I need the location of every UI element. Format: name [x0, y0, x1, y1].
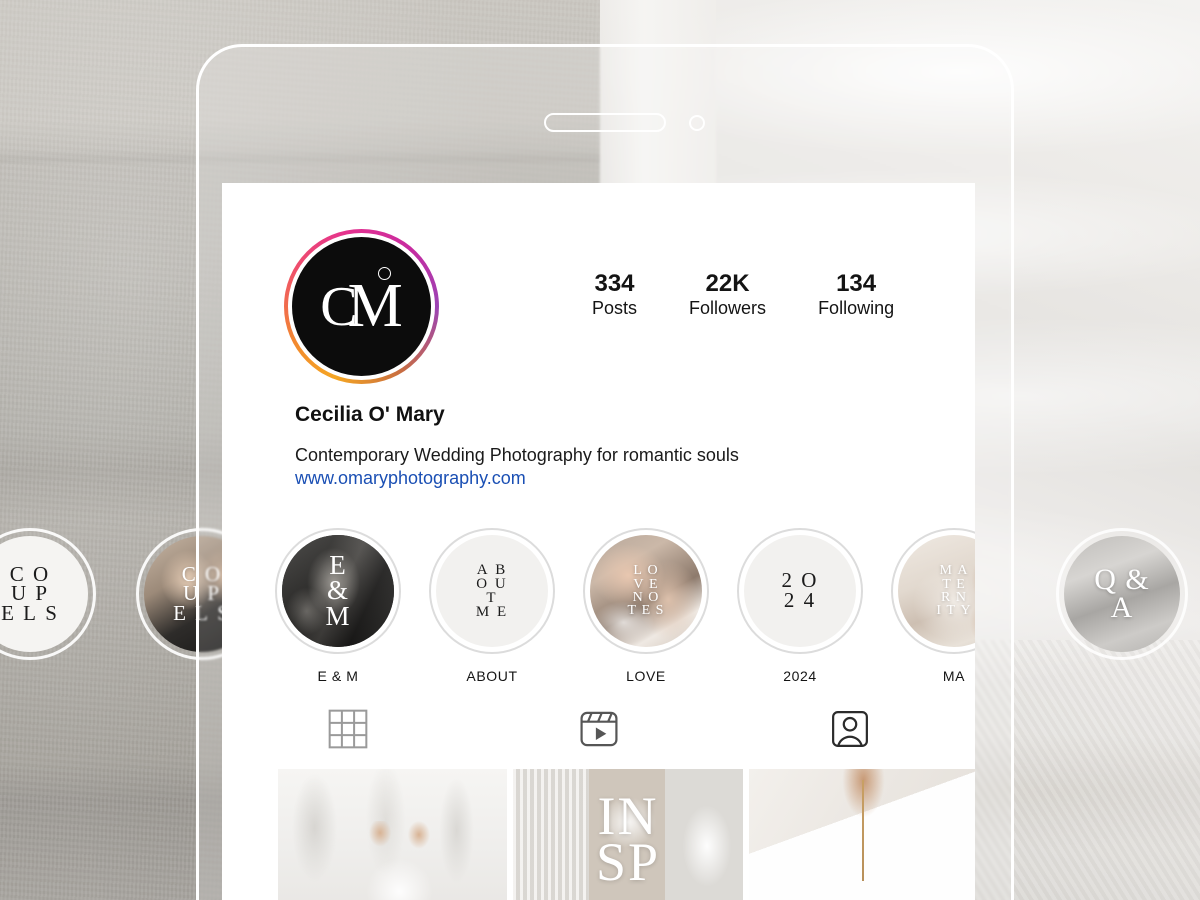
highlight-maternity-cover-text: M AT ER NI T Y [936, 563, 972, 619]
content-tabs [222, 698, 975, 760]
monogram-o-icon [378, 267, 391, 280]
highlight-e-and-m-cover-text: E & M [325, 549, 351, 631]
profile-display-name: Cecilia O' Mary [295, 403, 445, 426]
avatar-story-ring[interactable]: C M [284, 229, 439, 384]
stat-posts-value: 334 [594, 270, 635, 297]
highlight-e-and-m-cover: E & M [282, 535, 394, 647]
highlight-maternity-cover: M AT ER NI T Y [898, 535, 975, 647]
highlight-love-cover-text: L OV EN OT E S [627, 563, 665, 619]
front-camera-icon [689, 115, 705, 131]
highlight-love-label: LOVE [626, 668, 666, 684]
stat-following-value: 134 [836, 270, 877, 297]
monogram-letter-m: M [347, 272, 403, 340]
stat-posts[interactable]: 334 Posts [592, 270, 638, 319]
post-brides-arches[interactable] [278, 769, 508, 900]
profile-stats: 334 Posts 22K Followers 134 Following [592, 270, 895, 319]
highlight-e-and-m-ring: E & M [275, 528, 401, 654]
highlight-maternity[interactable]: M AT ER NI T Y MA [888, 528, 975, 684]
avatar-ring-gap: C M [288, 233, 435, 380]
grid-icon [326, 707, 370, 751]
profile-header: C M 334 Posts 22K Followers 134 Followin… [222, 183, 975, 384]
tagged-icon [828, 707, 872, 751]
profile-bio-text: Contemporary Wedding Photography for rom… [295, 445, 739, 465]
highlight-about-label: ABOUT [466, 668, 518, 684]
post-necklace-detail[interactable] [748, 769, 975, 900]
tab-tagged[interactable] [724, 707, 975, 751]
highlight-about[interactable]: A BO UTM E ABOUT [426, 528, 558, 684]
post-inspiration-collage[interactable]: IN SP [513, 769, 743, 900]
highlight-maternity-ring: M AT ER NI T Y [891, 528, 975, 654]
highlight-e-and-m-label: E & M [317, 668, 359, 684]
couples-plain-text: C OU PE L S [1, 562, 59, 625]
highlight-2024-cover-text: 2 O2 4 [781, 568, 819, 612]
monogram-letter-c: C [320, 275, 358, 338]
app-screen: C M 334 Posts 22K Followers 134 Followin… [222, 183, 975, 900]
story-highlights: E & M E & M A BO UTM E ABOUT L O V E N O… [272, 528, 975, 684]
highlight-2024-label: 2024 [783, 668, 817, 684]
profile-bio-block: Cecilia O' Mary Contemporary Wedding Pho… [295, 403, 739, 489]
tab-grid[interactable] [222, 707, 473, 751]
highlight-about-cover-text: A BO UTM E [475, 561, 509, 621]
highlight-about-cover: A BO UTM E [436, 535, 548, 647]
stat-following[interactable]: 134 Following [818, 270, 895, 319]
speaker-grille-icon [544, 113, 666, 132]
avatar-monogram: C M [292, 237, 431, 376]
avatar[interactable]: C M [292, 237, 431, 376]
tab-reels[interactable] [473, 707, 724, 751]
highlight-2024-ring: 2 O2 4 [737, 528, 863, 654]
highlight-2024[interactable]: 2 O2 4 2024 [734, 528, 866, 684]
stat-posts-label: Posts [592, 297, 638, 318]
highlight-about-ring: A BO UTM E [429, 528, 555, 654]
floating-circle-qa: Q & A [1056, 528, 1188, 660]
stat-following-label: Following [818, 297, 895, 318]
stat-followers-label: Followers [689, 297, 767, 318]
stat-followers-value: 22K [705, 270, 750, 297]
profile-website-link[interactable]: www.omaryphotography.com [295, 468, 739, 489]
highlight-maternity-label: MA [942, 668, 966, 684]
highlight-love-ring: L OV EN OT E S [583, 528, 709, 654]
post-overlay-text: IN SP [595, 785, 661, 892]
highlight-love-cover: L OV EN OT E S [590, 535, 702, 647]
highlight-love[interactable]: L OV EN OT E S LOVE [580, 528, 712, 684]
reels-icon [577, 707, 621, 751]
qa-text: Q & A [1094, 563, 1150, 624]
stat-followers[interactable]: 22K Followers [689, 270, 767, 319]
scene: C OU PE L S C OU PE L S Q & A C M 334 Po… [0, 0, 1200, 900]
post-grid: IN SP [278, 769, 975, 900]
highlight-e-and-m[interactable]: E & M E & M [272, 528, 404, 684]
highlight-2024-cover: 2 O2 4 [744, 535, 856, 647]
